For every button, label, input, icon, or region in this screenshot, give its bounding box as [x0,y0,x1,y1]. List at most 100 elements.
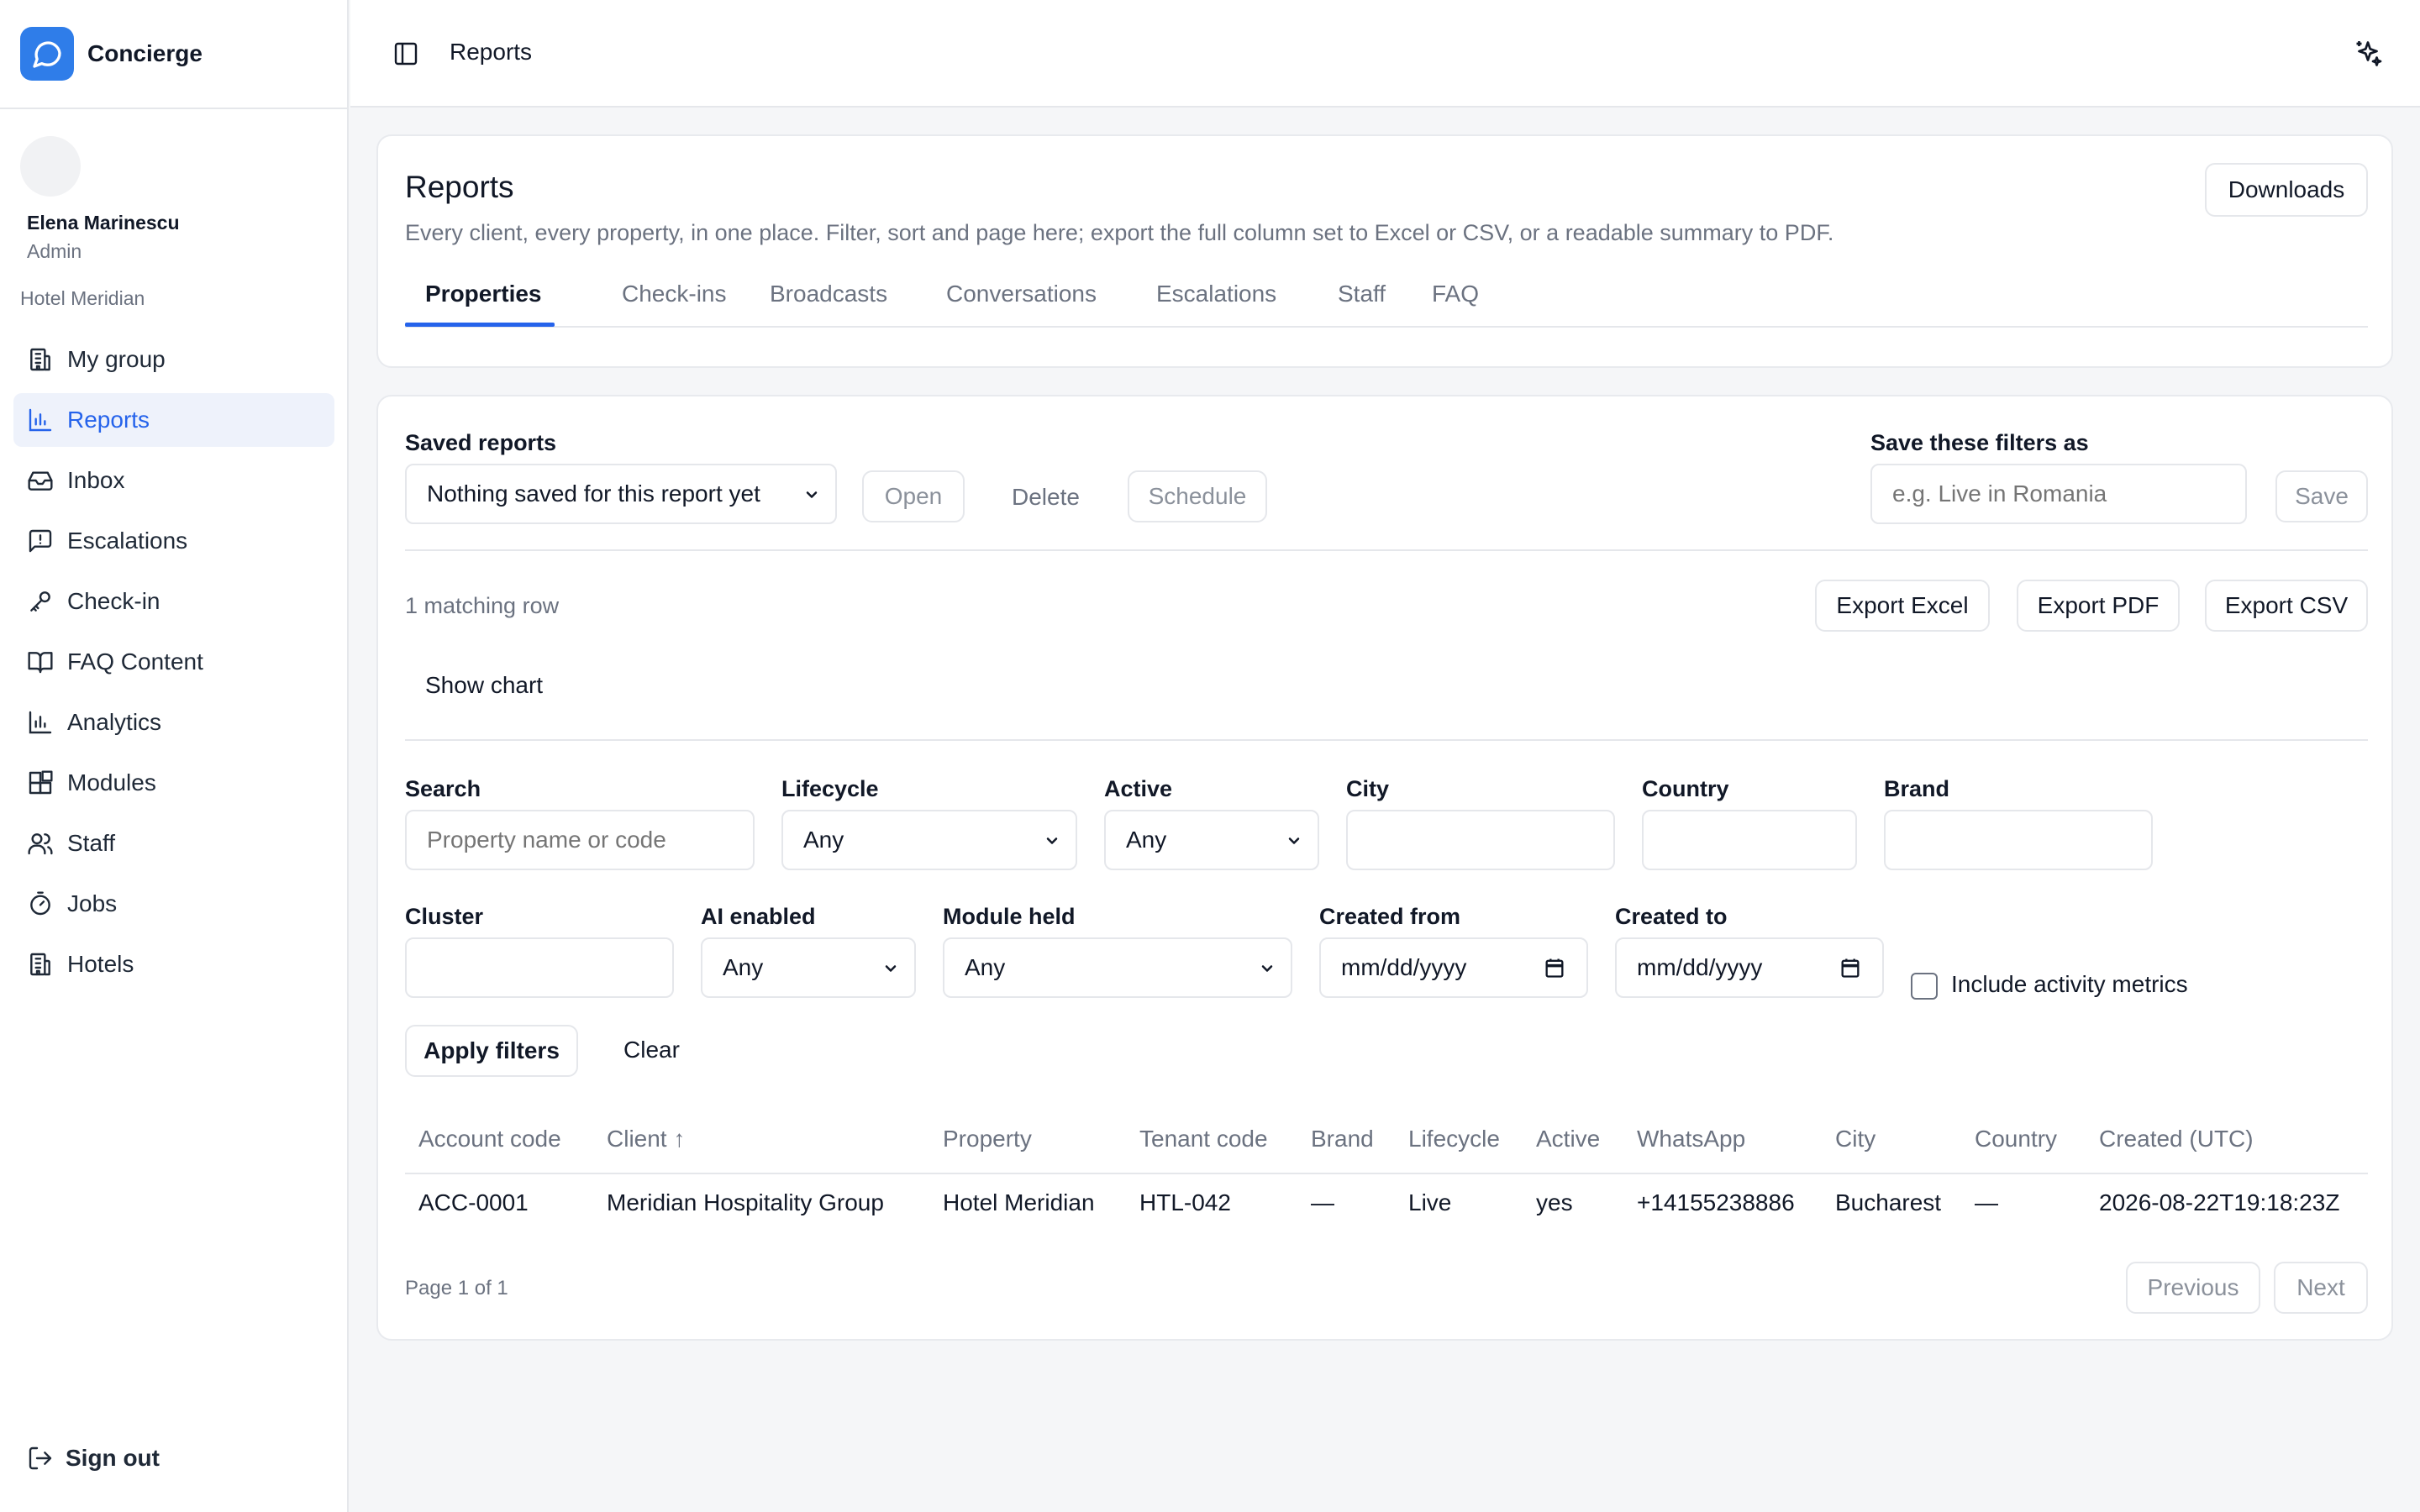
table-header-divider [405,1173,2368,1174]
cell-lifecycle: Live [1408,1189,1452,1215]
export-excel-button[interactable]: Export Excel [1815,580,1990,632]
clear-filters-button[interactable]: Clear [623,1037,680,1063]
search-label: Search [405,776,481,801]
column-header-tenant-code[interactable]: Tenant code [1139,1126,1268,1152]
brand-input[interactable] [1884,810,2153,870]
cell-tenant-code: HTL-042 [1139,1189,1231,1215]
avatar[interactable] [20,136,81,197]
export-pdf-button[interactable]: Export PDF [2017,580,2180,632]
cluster-input[interactable] [405,937,674,998]
include-activity-checkbox[interactable] [1911,973,1938,1000]
sidebar-item-jobs[interactable]: Jobs [13,877,334,931]
save-as-input[interactable] [1870,464,2247,524]
sign-out-button[interactable]: Sign out [27,1445,160,1472]
inbox-icon [28,471,53,491]
created-from-input[interactable]: mm/dd/yyyy [1319,937,1588,998]
show-chart-button[interactable]: Show chart [425,672,543,699]
city-input[interactable] [1346,810,1615,870]
created-to-placeholder: mm/dd/yyyy [1637,954,1763,980]
city-label: City [1346,776,1390,801]
reports-header-card: Reports Every client, every property, in… [376,134,2393,368]
sparkles-icon[interactable] [2353,39,2383,69]
divider [405,739,2368,741]
bar-chart-icon [29,711,52,734]
brand-label: Brand [1884,776,1950,801]
sidebar-nav: My group Reports Inbox Escalations Check… [13,333,334,998]
cell-client: Meridian Hospitality Group [607,1189,884,1215]
ai-enabled-value: Any [723,954,764,980]
tab-staff[interactable]: Staff [1338,270,1386,328]
save-as-label: Save these filters as [1870,430,2089,455]
schedule-button[interactable]: Schedule [1128,470,1267,522]
column-header-created[interactable]: Created (UTC) [2099,1126,2254,1152]
column-header-active[interactable]: Active [1536,1126,1600,1152]
sidebar-item-faq-content[interactable]: FAQ Content [13,635,334,689]
tab-properties[interactable]: Properties [425,270,542,328]
include-activity-label[interactable]: Include activity metrics [1951,971,2188,998]
sidebar-item-reports[interactable]: Reports [13,393,334,447]
column-header-city[interactable]: City [1835,1126,1876,1152]
sidebar-item-inbox[interactable]: Inbox [13,454,334,507]
cell-whatsapp: +14155238886 [1637,1189,1795,1215]
column-header-account-code[interactable]: Account code [418,1126,561,1152]
sidebar-item-label: Escalations [67,528,188,554]
next-page-button[interactable]: Next [2274,1262,2368,1314]
tab-broadcasts[interactable]: Broadcasts [770,270,887,328]
apply-filters-button[interactable]: Apply filters [405,1025,578,1077]
tab-conversations[interactable]: Conversations [946,270,1097,328]
sidebar-item-label: Analytics [67,709,162,735]
previous-page-button[interactable]: Previous [2126,1262,2260,1314]
active-select[interactable]: Any [1104,810,1319,870]
tab-check-ins[interactable]: Check-ins [622,270,726,328]
open-button[interactable]: Open [862,470,965,522]
delete-button[interactable]: Delete [1012,484,1080,511]
column-header-country[interactable]: Country [1975,1126,2057,1152]
column-header-property[interactable]: Property [943,1126,1032,1152]
module-held-select[interactable]: Any [943,937,1292,998]
calendar-icon[interactable] [1543,956,1566,979]
sidebar-item-analytics[interactable]: Analytics [13,696,334,749]
lifecycle-label: Lifecycle [781,776,879,801]
active-label: Active [1104,776,1173,801]
sidebar-item-label: Check-in [67,588,160,614]
page-title: Reports [405,170,514,204]
chevron-down-icon [1261,965,1273,972]
saved-reports-select[interactable]: Nothing saved for this report yet [405,464,837,524]
save-button[interactable]: Save [2275,470,2368,522]
cell-country: — [1975,1189,1998,1215]
sidebar-item-label: My group [67,346,166,372]
cell-property: Hotel Meridian [943,1189,1095,1215]
top-bar: Reports [350,0,2420,108]
created-to-input[interactable]: mm/dd/yyyy [1615,937,1884,998]
sidebar-item-my-group[interactable]: My group [13,333,334,386]
downloads-button[interactable]: Downloads [2205,163,2368,217]
column-header-client[interactable]: Client ↑ [607,1126,685,1152]
lifecycle-select[interactable]: Any [781,810,1077,870]
sidebar-toggle-icon[interactable] [392,40,419,67]
report-tabs: Properties Check-ins Broadcasts Conversa… [405,270,2368,328]
tab-faq[interactable]: FAQ [1432,270,1479,328]
sidebar-item-label: Reports [67,407,150,433]
sidebar-item-check-in[interactable]: Check-in [13,575,334,628]
sidebar-item-escalations[interactable]: Escalations [13,514,334,568]
column-header-whatsapp[interactable]: WhatsApp [1637,1126,1745,1152]
brand[interactable]: Concierge [0,0,347,109]
cell-account-code: ACC-0001 [418,1189,529,1215]
export-csv-button[interactable]: Export CSV [2205,580,2368,632]
search-input[interactable] [405,810,755,870]
sidebar-item-label: Inbox [67,467,125,493]
ai-enabled-select[interactable]: Any [701,937,916,998]
column-header-lifecycle[interactable]: Lifecycle [1408,1126,1500,1152]
country-input[interactable] [1642,810,1857,870]
sidebar-item-modules[interactable]: Modules [13,756,334,810]
active-value: Any [1126,827,1167,853]
sidebar-item-staff[interactable]: Staff [13,816,334,870]
chevron-down-icon [1288,837,1300,844]
chat-bubble-icon [20,27,74,81]
calendar-icon[interactable] [1839,956,1862,979]
tab-escalations[interactable]: Escalations [1156,270,1276,328]
column-header-brand[interactable]: Brand [1311,1126,1374,1152]
sidebar-item-hotels[interactable]: Hotels [13,937,334,991]
building-icon [30,348,50,371]
country-label: Country [1642,776,1729,801]
